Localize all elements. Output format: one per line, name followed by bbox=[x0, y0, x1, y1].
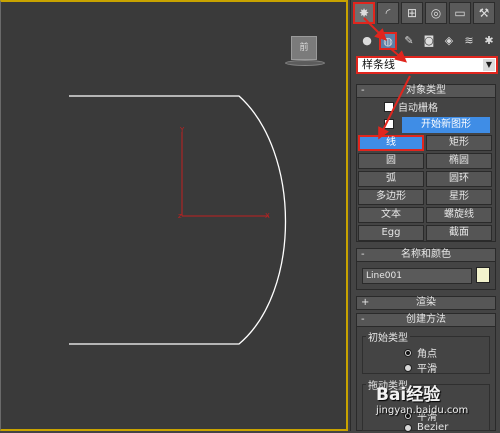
collapse-sign: - bbox=[361, 85, 365, 96]
initial-type-label: 初始类型 bbox=[366, 329, 410, 344]
watermark-logo: Bai经验 bbox=[376, 385, 441, 405]
initial-smooth-radio-row[interactable]: 平滑 bbox=[404, 360, 437, 375]
utilities-icon[interactable]: ⚒ bbox=[473, 2, 495, 24]
hierarchy-icon[interactable]: ⊞ bbox=[401, 2, 423, 24]
object-color-swatch[interactable] bbox=[476, 267, 490, 283]
object-type-rollout-header[interactable]: - 对象类型 bbox=[356, 84, 496, 98]
axis-x-label: X bbox=[265, 212, 270, 220]
shapes-icon[interactable]: ◍ bbox=[379, 32, 397, 50]
axis-y-label: Y bbox=[179, 126, 185, 134]
rendering-rollout-header[interactable]: + 渲染 bbox=[356, 296, 496, 310]
line-button[interactable]: 线 bbox=[358, 135, 424, 151]
perspective-viewport[interactable]: Y X z 前 bbox=[0, 0, 348, 431]
collapse-sign: - bbox=[361, 314, 365, 325]
rendering-title: 渲染 bbox=[416, 297, 436, 308]
viewcube[interactable]: 前 bbox=[285, 36, 325, 68]
create-category-tabs: ● ◍ ✎ ◙ ◈ ≋ ✱ bbox=[359, 32, 497, 50]
donut-button[interactable]: 圆环 bbox=[426, 171, 492, 187]
autogrid-checkbox[interactable] bbox=[384, 101, 394, 112]
initial-corner-radio-row[interactable]: 角点 bbox=[404, 345, 437, 360]
collapse-sign: - bbox=[361, 249, 365, 260]
dropdown-value: 样条线 bbox=[362, 58, 395, 71]
modify-icon[interactable]: ◜ bbox=[377, 2, 399, 24]
display-icon[interactable]: ▭ bbox=[449, 2, 471, 24]
arc-button[interactable]: 弧 bbox=[358, 171, 424, 187]
baidu-jingyan-watermark: Bai经验 jingyan.baidu.com bbox=[376, 380, 500, 430]
initial-corner-radio[interactable] bbox=[404, 348, 412, 357]
creation-method-rollout-header[interactable]: - 创建方法 bbox=[356, 313, 496, 327]
start-new-shape-checkbox[interactable] bbox=[384, 119, 394, 129]
spline-shape bbox=[69, 95, 287, 345]
helpers-icon[interactable]: ◈ bbox=[441, 32, 457, 48]
object-type-title: 对象类型 bbox=[406, 85, 446, 96]
viewcube-front-face[interactable]: 前 bbox=[291, 36, 317, 60]
expand-sign: + bbox=[361, 297, 370, 308]
ellipse-button[interactable]: 椭圆 bbox=[426, 153, 492, 169]
start-new-shape-button[interactable]: 开始新图形 bbox=[402, 117, 490, 133]
start-new-shape-checkbox-row[interactable] bbox=[384, 119, 394, 129]
viewcube-ring[interactable] bbox=[285, 60, 325, 66]
axis-origin-label: z bbox=[178, 212, 182, 220]
initial-corner-label: 角点 bbox=[417, 349, 437, 360]
circle-button[interactable]: 圆 bbox=[358, 153, 424, 169]
motion-icon[interactable]: ◎ bbox=[425, 2, 447, 24]
shape-category-dropdown[interactable]: 样条线 ▼ bbox=[356, 56, 498, 74]
create-icon[interactable]: ✸ bbox=[353, 2, 375, 24]
spacewarps-icon[interactable]: ≋ bbox=[461, 32, 477, 48]
star-button[interactable]: 星形 bbox=[426, 189, 492, 205]
initial-smooth-radio[interactable] bbox=[404, 363, 412, 372]
helix-button[interactable]: 螺旋线 bbox=[426, 207, 492, 223]
section-button[interactable]: 截面 bbox=[426, 225, 492, 241]
geometry-icon[interactable]: ● bbox=[359, 32, 375, 48]
creation-method-title: 创建方法 bbox=[406, 314, 446, 325]
object-name-input[interactable]: Line001 bbox=[362, 268, 472, 284]
text-button[interactable]: 文本 bbox=[358, 207, 424, 223]
initial-smooth-label: 平滑 bbox=[417, 364, 437, 375]
egg-button[interactable]: Egg bbox=[358, 225, 424, 241]
rectangle-button[interactable]: 矩形 bbox=[426, 135, 492, 151]
lights-icon[interactable]: ✎ bbox=[401, 32, 417, 48]
name-color-rollout-header[interactable]: - 名称和颜色 bbox=[356, 248, 496, 262]
watermark-url: jingyan.baidu.com bbox=[376, 405, 469, 416]
command-panel-tabs: ✸ ◜ ⊞ ◎ ▭ ⚒ bbox=[353, 2, 499, 24]
autogrid-checkbox-row[interactable]: 自动栅格 bbox=[384, 99, 438, 114]
systems-icon[interactable]: ✱ bbox=[481, 32, 497, 48]
ngon-button[interactable]: 多边形 bbox=[358, 189, 424, 205]
autogrid-label: 自动栅格 bbox=[398, 103, 438, 114]
name-color-title: 名称和颜色 bbox=[401, 249, 451, 260]
chevron-down-icon[interactable]: ▼ bbox=[483, 59, 495, 71]
cameras-icon[interactable]: ◙ bbox=[421, 32, 437, 48]
